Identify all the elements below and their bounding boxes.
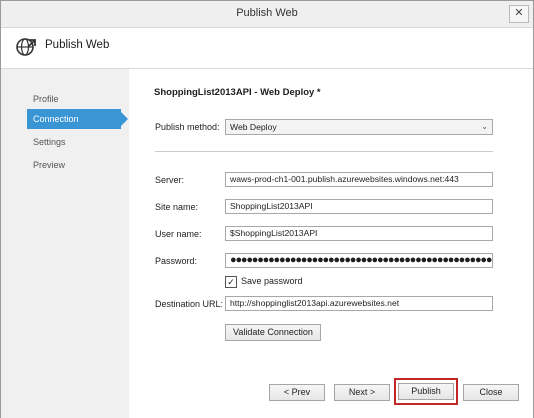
publish-method-label: Publish method: — [155, 122, 220, 132]
sidebar-item-settings[interactable]: Settings — [27, 132, 121, 152]
user-name-input[interactable]: $ShoppingList2013API — [225, 226, 493, 241]
prev-button[interactable]: < Prev — [269, 384, 325, 401]
user-name-label: User name: — [155, 229, 202, 239]
connection-panel: ShoppingList2013API - Web Deploy * Publi… — [129, 69, 533, 418]
validate-connection-button[interactable]: Validate Connection — [225, 324, 321, 341]
close-button[interactable]: Close — [463, 384, 519, 401]
section-divider — [155, 151, 493, 152]
globe-arrow-icon — [16, 38, 36, 56]
destination-url-input[interactable]: http://shoppinglist2013api.azurewebsites… — [225, 296, 493, 311]
sidebar-item-connection[interactable]: Connection — [27, 109, 128, 129]
chevron-down-icon: ⌄ — [481, 122, 488, 131]
destination-url-label: Destination URL: — [155, 299, 224, 309]
password-input[interactable]: ●●●●●●●●●●●●●●●●●●●●●●●●●●●●●●●●●●●●●●●●… — [225, 253, 493, 268]
header-title: Publish Web — [45, 39, 110, 51]
publish-method-select[interactable]: Web Deploy ⌄ — [225, 119, 493, 135]
sidebar-nav: Profile Connection Settings Preview — [1, 69, 129, 418]
password-label: Password: — [155, 256, 198, 266]
site-name-input[interactable]: ShoppingList2013API — [225, 199, 493, 214]
next-button[interactable]: Next > — [334, 384, 390, 401]
dialog-header: Publish Web — [1, 28, 533, 69]
publish-button[interactable]: Publish — [398, 383, 454, 400]
publish-web-dialog: Publish Web ✕ Publish Web Profile Connec… — [0, 0, 534, 418]
window-title: Publish Web — [236, 7, 298, 19]
save-password-label: Save password — [241, 276, 303, 286]
publish-method-value: Web Deploy — [230, 122, 277, 132]
site-name-label: Site name: — [155, 202, 199, 212]
sidebar-item-preview[interactable]: Preview — [27, 155, 121, 175]
title-bar: Publish Web ✕ — [1, 1, 533, 28]
sidebar-item-profile[interactable]: Profile — [27, 89, 121, 109]
server-input[interactable]: waws-prod-ch1-001.publish.azurewebsites.… — [225, 172, 493, 187]
save-password-checkbox[interactable]: ✓ — [225, 276, 237, 288]
server-label: Server: — [155, 175, 185, 185]
section-title: ShoppingList2013API - Web Deploy * — [154, 87, 321, 98]
close-icon[interactable]: ✕ — [509, 5, 529, 23]
